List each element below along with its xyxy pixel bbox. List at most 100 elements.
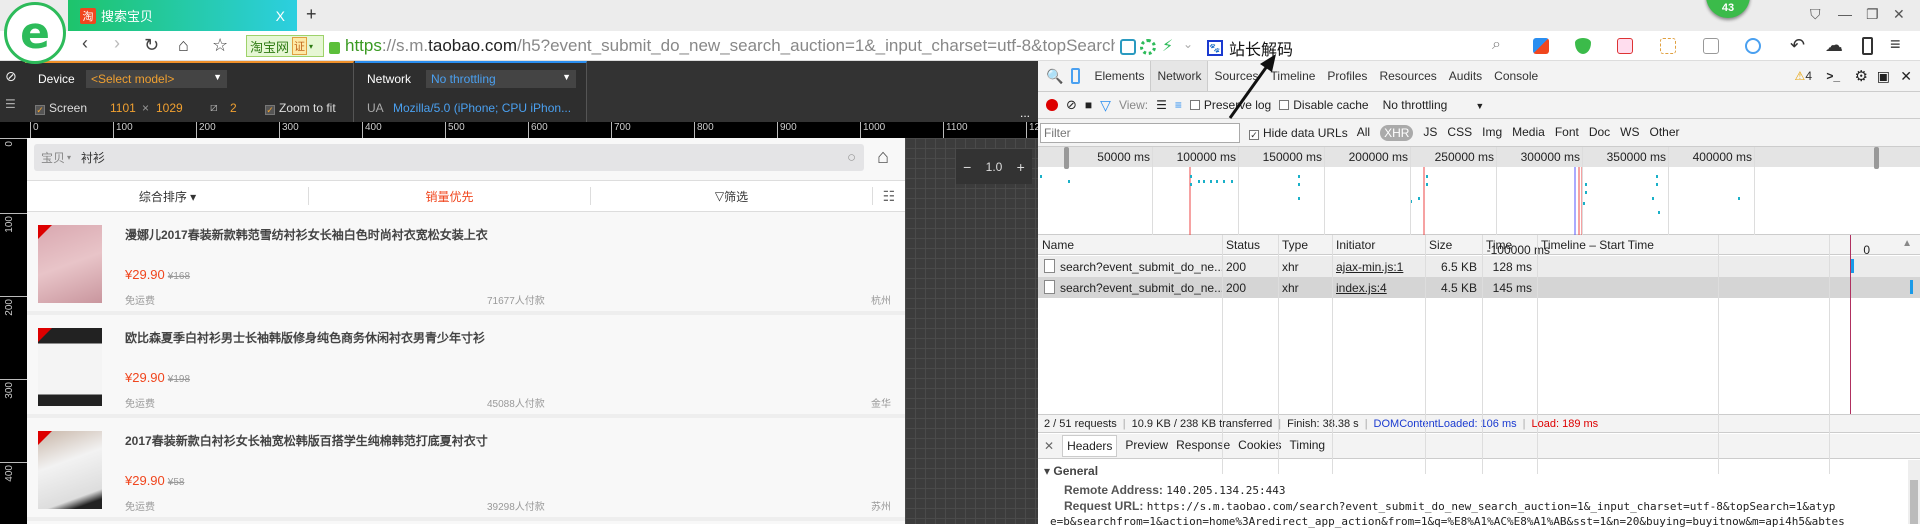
- site-verify-badge[interactable]: 淘宝网 证 ▾: [246, 35, 324, 57]
- more-button[interactable]: ...: [1020, 106, 1030, 120]
- detail-tab-preview[interactable]: Preview: [1125, 435, 1168, 457]
- dock-icon[interactable]: ▣: [1877, 68, 1890, 85]
- cell-initiator[interactable]: index.js:4: [1336, 281, 1387, 295]
- screen-width-input[interactable]: 1101: [110, 101, 136, 115]
- request-row[interactable]: search?event_submit_do_ne... 200 xhr ajax-m…: [1038, 256, 1920, 277]
- translate-icon[interactable]: [1617, 38, 1633, 54]
- throttling-select[interactable]: No throttling ▼: [1383, 98, 1523, 112]
- capture-screenshots-icon[interactable]: ■: [1085, 98, 1092, 112]
- url-input[interactable]: https://s.m.taobao.com/h5?event_submit_d…: [345, 36, 1115, 56]
- product-title[interactable]: 2017春装新款白衬衫女长袖宽松韩版百搭学生纯棉韩范打底夏衬衣寸: [125, 432, 488, 449]
- product-item[interactable]: 漫娜儿2017春装新款韩范雪纺衬衫女长袖白色时尚衬衣宽松女装上衣 ¥29.90 ¥1…: [27, 212, 905, 315]
- screen-toggle[interactable]: ✓ Screen: [35, 101, 87, 115]
- type-filter-other[interactable]: Other: [1650, 125, 1680, 141]
- mobile-icon[interactable]: [1862, 37, 1873, 55]
- type-filter-font[interactable]: Font: [1555, 125, 1579, 141]
- restore-button[interactable]: ❐: [1866, 6, 1879, 23]
- disable-cache-checkbox[interactable]: Disable cache: [1279, 98, 1369, 112]
- inspect-icon[interactable]: 🔍: [1038, 68, 1071, 85]
- minimize-button[interactable]: —: [1838, 6, 1852, 22]
- undo-icon[interactable]: ↶: [1790, 35, 1805, 56]
- tab-console[interactable]: Console: [1488, 61, 1544, 91]
- device-select[interactable]: <Select model> ▼: [86, 70, 227, 88]
- details-scrollbar[interactable]: [1908, 460, 1920, 524]
- type-filter-doc[interactable]: Doc: [1589, 125, 1610, 141]
- search-scope-select[interactable]: 宝贝: [41, 149, 65, 166]
- dropdown-chevron-icon[interactable]: ⌄: [1183, 37, 1193, 51]
- menu-icon[interactable]: ≡: [1890, 34, 1901, 55]
- overview-icon[interactable]: ≡: [1175, 98, 1182, 112]
- lightning-icon[interactable]: ⚡: [1162, 36, 1173, 56]
- search-icon[interactable]: ○: [847, 149, 856, 166]
- ua-input[interactable]: Mozilla/5.0 (iPhone; CPU iPhon...: [393, 101, 571, 115]
- record-button[interactable]: [1046, 99, 1058, 111]
- detail-tab-headers[interactable]: Headers: [1062, 435, 1118, 457]
- product-item[interactable]: 2017春装新款白衬衫女长袖宽松韩版百搭学生纯棉韩范打底夏衬衣寸 ¥29.90 ¥5…: [27, 418, 905, 521]
- column-header-type[interactable]: Type: [1282, 238, 1308, 252]
- product-image[interactable]: [38, 328, 102, 406]
- product-title[interactable]: 漫娜儿2017春装新款韩范雪纺衬衫女长袖白色时尚衬衣宽松女装上衣: [125, 226, 488, 243]
- warning-icon[interactable]: ⚠4: [1795, 69, 1812, 83]
- sort-default[interactable]: 综合排序 ▾: [27, 187, 309, 205]
- column-header-status[interactable]: Status: [1226, 238, 1260, 252]
- tab-resources[interactable]: Resources: [1373, 61, 1442, 91]
- clear-button[interactable]: ⊘: [1066, 97, 1077, 113]
- forward-button[interactable]: ›: [114, 33, 120, 54]
- media-queries-icon[interactable]: ☰: [5, 97, 16, 111]
- magnifier-ext-icon[interactable]: [1745, 38, 1761, 54]
- search-bar[interactable]: 宝贝 ▾ 衬衫 ○: [34, 144, 864, 171]
- list-view-icon[interactable]: ☷: [873, 181, 905, 211]
- network-select[interactable]: No throttling ▼: [426, 70, 576, 88]
- product-item[interactable]: 欧比森夏季白衬衫男士长袖韩版修身纯色商务休闲衬衣男青少年寸衫 ¥29.90 ¥198…: [27, 315, 905, 418]
- close-window-button[interactable]: ✕: [1893, 6, 1905, 23]
- overview-right-handle[interactable]: [1874, 147, 1879, 169]
- tab-active[interactable]: 淘 搜索宝贝 X: [68, 0, 297, 31]
- home-icon[interactable]: ⌂: [877, 146, 889, 169]
- filter-input[interactable]: [1040, 122, 1240, 143]
- device-mode-icon[interactable]: [1071, 68, 1081, 84]
- sort-triangle-icon[interactable]: ▲: [1902, 238, 1912, 249]
- search-icon[interactable]: ⌕: [1492, 36, 1501, 54]
- zoom-in-button[interactable]: +: [1017, 159, 1025, 175]
- cloud-icon[interactable]: ☁: [1825, 35, 1843, 56]
- type-filter-ws[interactable]: WS: [1620, 125, 1639, 141]
- column-header-size[interactable]: Size: [1429, 238, 1452, 252]
- apps-icon[interactable]: [1533, 38, 1549, 54]
- close-devtools-button[interactable]: ✕: [1900, 68, 1912, 85]
- type-filter-all[interactable]: All: [1357, 125, 1370, 141]
- type-filter-img[interactable]: Img: [1482, 125, 1502, 141]
- large-rows-icon[interactable]: ☰: [1156, 98, 1167, 112]
- type-filter-js[interactable]: JS: [1423, 125, 1437, 141]
- column-header-timeline[interactable]: Timeline – Start Time: [1541, 238, 1654, 252]
- sort-sales[interactable]: 销量优先: [309, 187, 591, 205]
- skin-icon[interactable]: ⛉: [1810, 6, 1821, 23]
- search-query[interactable]: 衬衫: [81, 149, 105, 166]
- chart-ext-icon[interactable]: [1120, 39, 1136, 55]
- home-button[interactable]: ⌂: [178, 35, 189, 56]
- zoom-out-button[interactable]: −: [963, 159, 971, 175]
- tab-elements[interactable]: Elements: [1088, 61, 1150, 91]
- detail-tab-cookies[interactable]: Cookies: [1238, 435, 1281, 457]
- screen-height-input[interactable]: 1029: [156, 101, 183, 115]
- disable-emulation-icon[interactable]: ⊘: [5, 68, 17, 85]
- console-drawer-icon[interactable]: >_: [1826, 69, 1840, 83]
- cell-initiator[interactable]: ajax-min.js:1: [1336, 260, 1403, 274]
- tab-network[interactable]: Network: [1150, 61, 1209, 91]
- filter-icon[interactable]: ▽: [1100, 97, 1111, 114]
- product-image[interactable]: [38, 225, 102, 303]
- tab-close-button[interactable]: X: [276, 8, 285, 24]
- reload-button[interactable]: ↻: [144, 35, 159, 56]
- settings-gear-icon[interactable]: ⚙: [1855, 67, 1868, 85]
- product-title[interactable]: 欧比森夏季白衬衫男士长袖韩版修身纯色商务休闲衬衣男青少年寸衫: [125, 329, 485, 346]
- type-filter-media[interactable]: Media: [1512, 125, 1545, 141]
- column-header-name[interactable]: Name: [1042, 238, 1074, 252]
- back-button[interactable]: ‹: [82, 33, 88, 54]
- tab-audits[interactable]: Audits: [1443, 61, 1488, 91]
- type-filter-css[interactable]: CSS: [1447, 125, 1472, 141]
- close-details-button[interactable]: ✕: [1044, 439, 1054, 453]
- tab-profiles[interactable]: Profiles: [1321, 61, 1373, 91]
- general-header[interactable]: ▾ General: [1038, 460, 1920, 482]
- product-image[interactable]: [38, 431, 102, 509]
- bookmark-star-icon[interactable]: ☆: [212, 35, 228, 56]
- zoom-to-fit-toggle[interactable]: ✓ Zoom to fit: [265, 101, 336, 115]
